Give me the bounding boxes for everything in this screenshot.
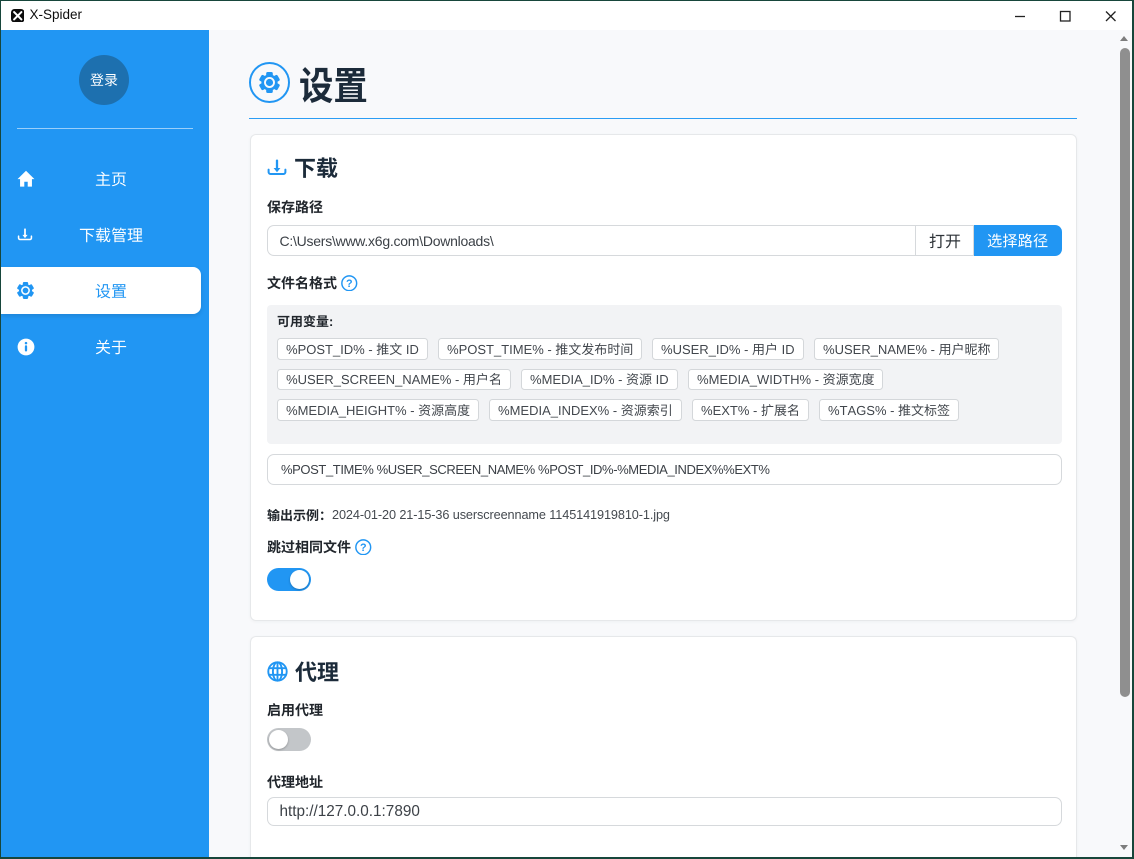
svg-text:?: ? [346, 278, 353, 290]
svg-text:?: ? [360, 542, 367, 554]
